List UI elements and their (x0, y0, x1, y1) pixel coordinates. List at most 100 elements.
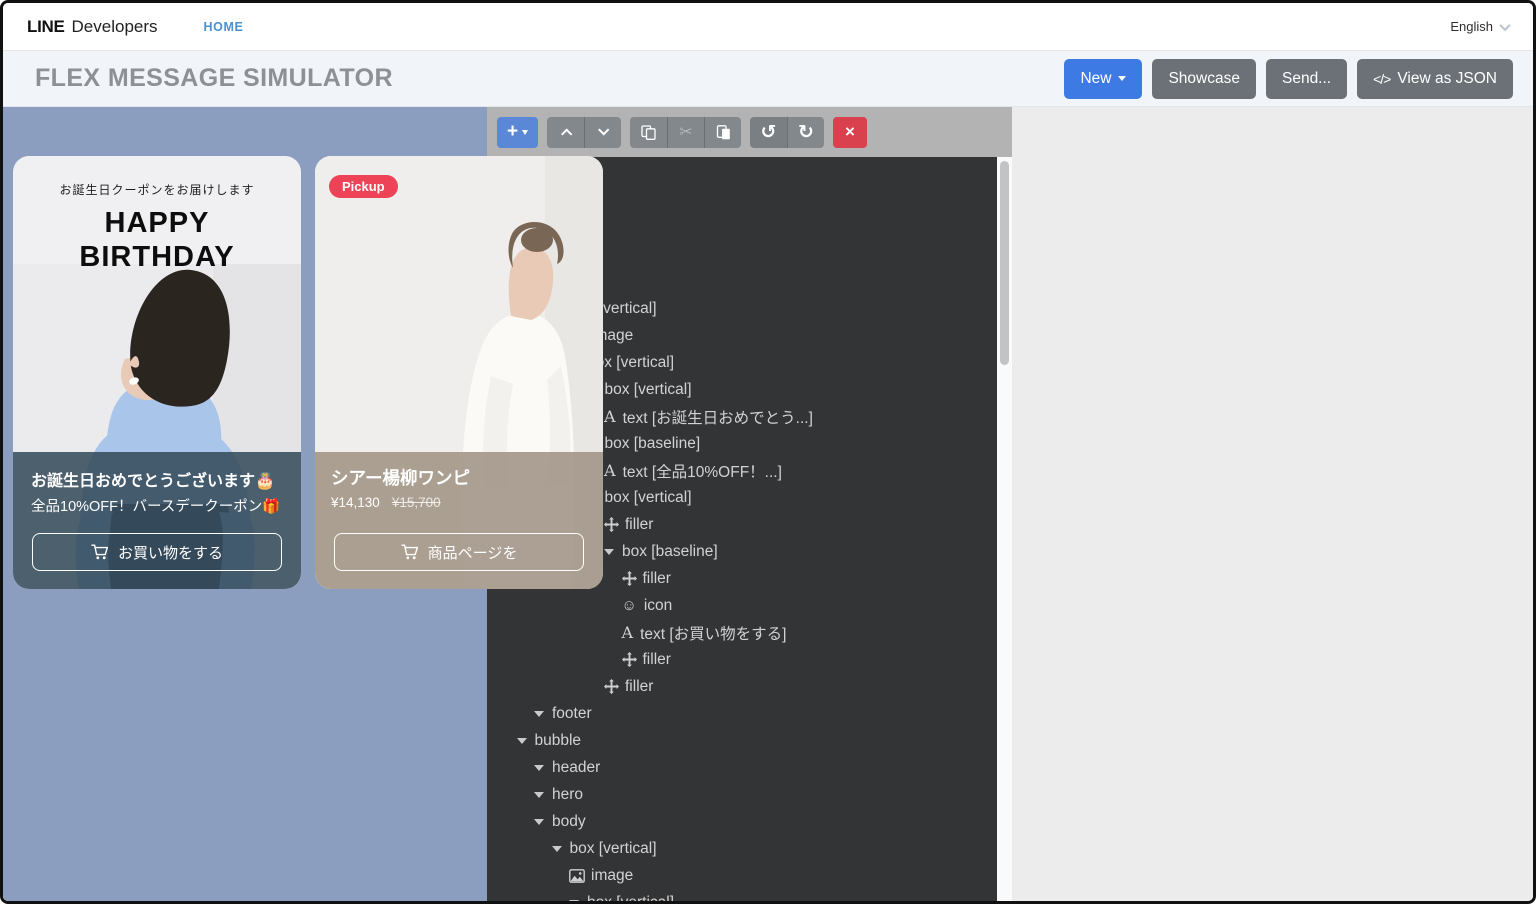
price-current: ¥14,130 (331, 495, 380, 510)
caret-down-icon (534, 765, 544, 771)
move-up-button[interactable] (547, 117, 584, 148)
chevron-down-icon (598, 124, 609, 135)
tree-node-label: box [vertical] (570, 840, 657, 858)
cut-button[interactable]: ✂ (667, 117, 704, 148)
app-window: LINE Developers HOME English FLEX MESSAG… (0, 0, 1536, 904)
tree-node-label: box [vertical] (587, 894, 674, 902)
tree-toolbar: + (487, 107, 1012, 157)
tree-node[interactable]: filler (487, 646, 997, 673)
bubble1-shop-button[interactable]: お買い物をする (32, 533, 282, 571)
tree-node-label: icon (644, 597, 672, 615)
chevron-down-icon (1499, 19, 1510, 30)
tree-node-label: bubble (535, 732, 582, 750)
tree-node-label: text [全品10%OFF！...] (623, 460, 782, 482)
copy-icon (641, 125, 656, 140)
logo-line-text: LINE (27, 17, 65, 37)
tree-node-label: footer (552, 705, 592, 723)
tree-scrollbar[interactable] (997, 157, 1012, 901)
cart-icon (401, 544, 419, 560)
bubble2-overlay-title: シアー楊柳ワンピ (315, 452, 603, 490)
caret-down-icon (517, 738, 527, 744)
tree-node[interactable]: header (487, 754, 997, 781)
showcase-button[interactable]: Showcase (1152, 59, 1256, 99)
paste-icon (716, 125, 731, 140)
line-developers-logo[interactable]: LINE Developers (27, 17, 158, 37)
bubble2-product-button-label: 商品ページを (428, 542, 518, 563)
caret-down-icon (534, 711, 544, 717)
filler-move-icon (604, 517, 619, 532)
language-label: English (1450, 19, 1493, 34)
caret-down-icon (1118, 76, 1126, 81)
clipboard-button-group: ✂ (630, 117, 741, 148)
tree-node-label: image (591, 867, 633, 885)
tree-node-label: filler (625, 516, 653, 534)
plus-icon: + (507, 122, 518, 141)
send-button[interactable]: Send... (1266, 59, 1347, 99)
text-icon: A (604, 407, 616, 426)
caret-down-icon (534, 792, 544, 798)
bubble1-overlay-subtitle: 全品10%OFF！バースデークーポン🎁 (13, 491, 301, 516)
filler-move-icon (622, 652, 637, 667)
cart-icon (91, 544, 109, 560)
close-icon: × (845, 122, 855, 142)
chevron-up-icon (561, 128, 572, 139)
paste-button[interactable] (704, 117, 741, 148)
send-button-label: Send... (1282, 70, 1331, 88)
move-down-button[interactable] (584, 117, 621, 148)
tree-node[interactable]: ☺icon (487, 592, 997, 619)
page-title: FLEX MESSAGE SIMULATOR (35, 64, 393, 93)
tree-node[interactable]: hero (487, 781, 997, 808)
move-button-group (547, 117, 621, 148)
tree-node-label: header (552, 759, 600, 777)
tree-node[interactable]: image (487, 862, 997, 889)
logo-developers-text: Developers (72, 17, 158, 37)
bubble1-body-overlay: お誕生日おめでとうございます🎂 全品10%OFF！バースデークーポン🎁 お買い物… (13, 452, 301, 589)
tree-node[interactable]: bubble (487, 727, 997, 754)
redo-button[interactable]: ↻ (787, 117, 824, 148)
tree-node[interactable]: footer (487, 700, 997, 727)
image-icon (569, 869, 585, 883)
tree-node[interactable]: box [vertical] (487, 835, 997, 862)
delete-element-button[interactable]: × (833, 117, 867, 148)
tree-node-label: box [vertical] (605, 489, 692, 507)
home-link[interactable]: HOME (204, 20, 244, 34)
flex-bubble-product[interactable]: Pickup シアー楊柳ワンピ ¥14,130 ¥15,700 (315, 156, 603, 589)
tree-node[interactable]: Atext [お買い物をする] (487, 619, 997, 646)
tree-node-label: body (552, 813, 586, 831)
tree-node[interactable]: filler (487, 673, 997, 700)
view-as-json-label: View as JSON (1397, 70, 1497, 88)
bubble1-overlay-title: お誕生日おめでとうございます🎂 (13, 452, 301, 491)
tree-node-label: text [お誕生日おめでとう...] (623, 406, 813, 428)
tree-node-label: box [baseline] (605, 435, 701, 453)
caret-down-icon (522, 130, 528, 135)
language-selector[interactable]: English (1450, 19, 1509, 34)
text-icon: A (604, 461, 616, 480)
new-button[interactable]: New (1064, 59, 1142, 99)
add-element-button[interactable]: + (497, 117, 538, 148)
bubble1-header: お誕生日クーポンをお届けします HAPPY BIRTHDAY (13, 156, 301, 274)
tree-node[interactable]: body (487, 808, 997, 835)
view-as-json-button[interactable]: </> View as JSON (1357, 59, 1513, 99)
tree-node-label: box [baseline] (622, 543, 718, 561)
page-header: FLEX MESSAGE SIMULATOR New Showcase Send… (3, 51, 1533, 107)
scrollbar-thumb[interactable] (1000, 161, 1009, 365)
bubble2-product-button[interactable]: 商品ページを (334, 533, 584, 571)
tree-node-label: hero (552, 786, 583, 804)
main-area: お誕生日クーポンをお届けします HAPPY BIRTHDAY (3, 107, 1533, 901)
header-buttons: New Showcase Send... </> View as JSON (1064, 59, 1513, 99)
tree-node-label: filler (643, 651, 671, 669)
tree-node-label: text [お買い物をする] (640, 622, 786, 644)
text-icon: A (622, 623, 634, 642)
filler-move-icon (604, 679, 619, 694)
caret-down-icon (569, 900, 579, 902)
tree-node[interactable]: box [vertical] (487, 889, 997, 901)
flex-bubble-birthday[interactable]: お誕生日クーポンをお届けします HAPPY BIRTHDAY (13, 156, 301, 589)
caret-down-icon (552, 846, 562, 852)
redo-icon: ↻ (798, 121, 814, 144)
code-icon: </> (1373, 71, 1390, 87)
copy-button[interactable] (630, 117, 667, 148)
undo-button[interactable]: ↺ (750, 117, 787, 148)
history-button-group: ↺ ↻ (750, 117, 824, 148)
undo-icon: ↺ (761, 121, 777, 144)
new-button-label: New (1080, 70, 1111, 88)
